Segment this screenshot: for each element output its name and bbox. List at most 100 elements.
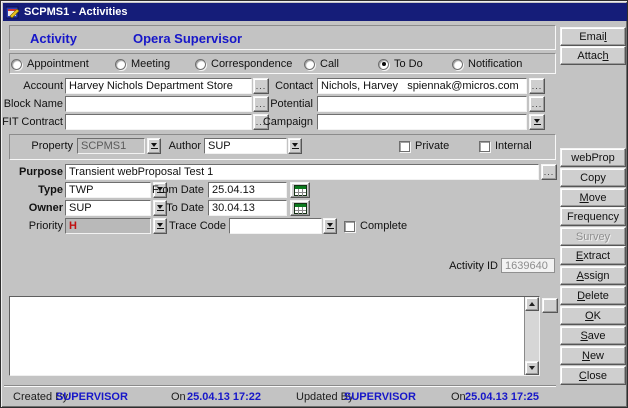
campaign-label: Campaign	[251, 116, 313, 130]
from-date-input[interactable]	[208, 182, 287, 198]
to-date-label: To Date	[141, 202, 204, 216]
radio-correspondence[interactable]: Correspondence	[195, 58, 292, 70]
author-dropdown-button[interactable]	[288, 138, 302, 154]
ellipsis-icon: ...	[532, 99, 543, 109]
ellipsis-icon: ...	[544, 167, 555, 177]
radio-call[interactable]: Call	[304, 58, 339, 70]
scroll-down-button[interactable]	[525, 361, 539, 375]
frequency-button[interactable]: Frequency	[560, 207, 626, 226]
activity-id-label: Activity ID	[391, 260, 498, 274]
move-button[interactable]: Move	[560, 188, 626, 207]
author-label: Author	[139, 140, 201, 154]
close-button[interactable]: Close	[560, 366, 626, 385]
priority-label: Priority	[1, 220, 63, 234]
radio-circle-appointment[interactable]	[11, 59, 22, 70]
activities-window: SCPMS1 - Activities Activity Opera Super…	[0, 0, 628, 408]
internal-checkbox[interactable]	[479, 141, 490, 152]
email-button[interactable]: Email	[560, 27, 626, 46]
author-input[interactable]	[204, 138, 287, 154]
contact-lookup-button[interactable]: ...	[529, 78, 545, 94]
potential-label: Potential	[251, 98, 313, 112]
created-on-value: 25.04.13 17:22	[187, 391, 261, 403]
trace-code-input[interactable]	[229, 218, 322, 234]
complete-checkbox-group[interactable]: Complete	[344, 220, 407, 232]
account-label: Account	[1, 80, 63, 94]
radio-circle-meeting[interactable]	[115, 59, 126, 70]
calendar-icon	[294, 203, 307, 214]
copy-button[interactable]: Copy	[560, 168, 626, 187]
property-input	[77, 138, 145, 154]
radio-meeting[interactable]: Meeting	[115, 58, 170, 70]
assign-button[interactable]: Assign	[560, 266, 626, 285]
contact-label: Contact	[251, 80, 313, 94]
internal-checkbox-group[interactable]: Internal	[479, 140, 532, 152]
radio-notification[interactable]: Notification	[452, 58, 522, 70]
private-checkbox-group[interactable]: Private	[399, 140, 449, 152]
form-title: Activity	[30, 31, 77, 46]
titlebar[interactable]: SCPMS1 - Activities	[3, 3, 627, 21]
header-panel: Activity Opera Supervisor	[9, 25, 556, 50]
fit-contract-input[interactable]	[65, 114, 252, 130]
contact-input[interactable]	[317, 78, 527, 94]
radio-label-appointment: Appointment	[27, 58, 89, 70]
block-name-label: Block Name	[1, 98, 63, 112]
attach-button[interactable]: Attach	[560, 46, 626, 65]
extract-button[interactable]: Extract	[560, 246, 626, 265]
owner-input[interactable]	[65, 200, 151, 216]
private-checkbox[interactable]	[399, 141, 410, 152]
scroll-up-button[interactable]	[525, 297, 539, 311]
block-name-input[interactable]	[65, 96, 252, 112]
notes-textarea[interactable]	[10, 297, 524, 375]
delete-button[interactable]: Delete	[560, 286, 626, 305]
fit-contract-label: FIT Contract	[1, 116, 63, 130]
notes-panel	[9, 296, 540, 376]
survey-button: Survey	[560, 227, 626, 246]
dropdown-arrow-icon	[292, 143, 298, 147]
notes-scrollbar[interactable]	[524, 297, 539, 375]
app-icon	[6, 6, 20, 19]
created-on-label: On	[171, 391, 186, 403]
radio-appointment[interactable]: Appointment	[11, 58, 89, 70]
trace-code-label: Trace Code	[163, 220, 226, 234]
ellipsis-icon: ...	[532, 81, 543, 91]
from-date-label: From Date	[141, 184, 204, 198]
potential-lookup-button[interactable]: ...	[529, 96, 545, 112]
complete-label: Complete	[360, 220, 407, 232]
account-input[interactable]	[65, 78, 252, 94]
radio-circle-todo[interactable]	[378, 59, 389, 70]
created-by-value: SUPERVISOR	[56, 391, 128, 403]
radio-circle-call[interactable]	[304, 59, 315, 70]
updated-on-label: On	[451, 391, 466, 403]
purpose-lookup-button[interactable]: ...	[541, 164, 557, 180]
campaign-dropdown-button[interactable]	[529, 114, 545, 130]
complete-checkbox[interactable]	[344, 221, 355, 232]
save-button[interactable]: Save	[560, 326, 626, 345]
calendar-icon	[294, 185, 307, 196]
purpose-input[interactable]	[65, 164, 539, 180]
header-user: Opera Supervisor	[133, 31, 242, 46]
type-input[interactable]	[65, 182, 151, 198]
radio-todo[interactable]: To Do	[378, 58, 423, 70]
radio-circle-correspondence[interactable]	[195, 59, 206, 70]
radio-label-correspondence: Correspondence	[211, 58, 292, 70]
purpose-label: Purpose	[1, 166, 63, 180]
new-button[interactable]: New	[560, 346, 626, 365]
from-date-calendar-button[interactable]	[290, 182, 310, 198]
property-label: Property	[11, 140, 73, 154]
webprop-button[interactable]: webProp	[560, 148, 626, 167]
potential-input[interactable]	[317, 96, 527, 112]
to-date-calendar-button[interactable]	[290, 200, 310, 216]
radio-label-notification: Notification	[468, 58, 522, 70]
to-date-input[interactable]	[208, 200, 287, 216]
dropdown-arrow-icon	[534, 119, 540, 123]
internal-label: Internal	[495, 140, 532, 152]
campaign-input[interactable]	[317, 114, 527, 130]
radio-label-todo: To Do	[394, 58, 423, 70]
notes-editor-button[interactable]	[542, 298, 558, 313]
priority-input[interactable]	[65, 218, 151, 234]
radio-label-meeting: Meeting	[131, 58, 170, 70]
ok-button[interactable]: OK	[560, 306, 626, 325]
radio-label-call: Call	[320, 58, 339, 70]
radio-circle-notification[interactable]	[452, 59, 463, 70]
trace-code-dropdown-button[interactable]	[323, 218, 337, 234]
